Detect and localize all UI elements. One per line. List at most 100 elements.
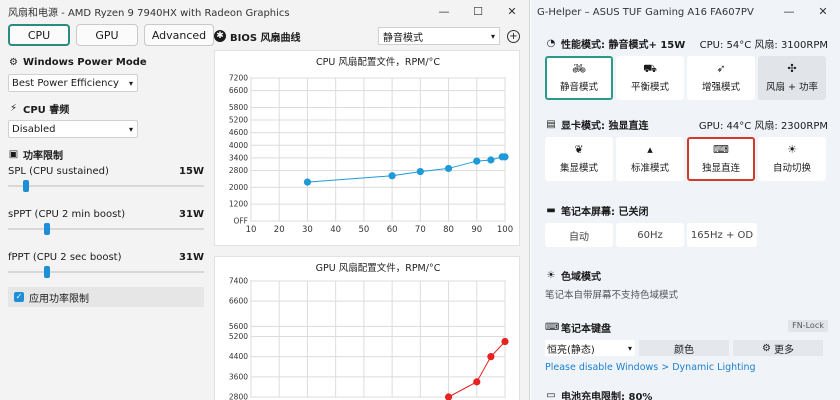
keyboard-more-button[interactable]: ⚙ 更多 (733, 340, 823, 356)
data-point (501, 153, 509, 161)
keyboard-mode-select[interactable]: 恒亮(静态) ▾ (545, 340, 635, 356)
mode-balanced-button[interactable]: ⛟ 平衡模式 (616, 56, 684, 100)
keyboard-label: 笔记本键盘 (561, 323, 611, 335)
gpu-status: GPU: 44°C 风扇: 2300RPM (698, 120, 828, 132)
refresh-60hz-button[interactable]: 60Hz (616, 223, 684, 247)
gear-icon: ⚙ (762, 342, 771, 354)
close-button[interactable]: ✕ (806, 0, 840, 22)
mode-eco-button[interactable]: ❦ 集显模式 (545, 137, 613, 181)
spl-slider[interactable] (8, 179, 204, 193)
x-tick-label: 100 (497, 225, 513, 235)
y-tick-label: 2800 (229, 393, 248, 400)
chevron-down-icon: ▾ (128, 125, 133, 134)
spl-row: SPL (CPU sustained) 15W (8, 166, 204, 177)
x-tick-label: 60 (387, 225, 398, 235)
plot-area (250, 280, 506, 398)
gpu-fan-chart[interactable]: GPU 风扇配置文件，RPM/°C 2800 3600 4400 5200 5600 660… (214, 256, 520, 400)
data-point (501, 337, 509, 346)
dynamic-lighting-link[interactable]: Please disable Windows > Dynamic Lightin… (545, 362, 828, 373)
chart-title: GPU 风扇配置文件，RPM/°C (316, 262, 441, 274)
left-titlebar: 风扇和电源 - AMD Ryzen 9 7940HX with Radeon G… (0, 0, 529, 22)
mode-turbo-button[interactable]: ➶ 增强模式 (687, 56, 755, 100)
slider-thumb[interactable] (44, 266, 51, 278)
windows-power-mode-select[interactable]: Best Power Efficiency ▾ (8, 74, 138, 92)
tab-advanced[interactable]: Advanced (144, 24, 214, 46)
cpu-fan-chart[interactable]: CPU 风扇配置文件，RPM/°C OFF 1200 2000 2800 3400 4000… (214, 50, 520, 246)
apply-power-limit-checkbox[interactable]: ✓ 应用功率限制 (8, 287, 204, 307)
sppt-slider[interactable] (8, 222, 204, 236)
data-point (388, 172, 396, 180)
gpu-section: ▤ 显卡模式: 独显直连 GPU: 44°C 风扇: 2300RPM ❦ 集显模… (545, 117, 828, 181)
x-tick-label: 80 (443, 225, 454, 235)
gpu-icon: ▤ (546, 118, 556, 130)
data-point (303, 178, 312, 186)
y-tick-label: 5200 (229, 116, 248, 125)
refresh-165hz-button[interactable]: 165Hz + OD (687, 223, 757, 247)
laptop-icon: ▬ (546, 204, 556, 216)
right-titlebar: G-Helper – ASUS TUF Gaming A16 FA607PV —… (531, 0, 840, 24)
mode-optimized-button[interactable]: ☀ 自动切换 (758, 137, 826, 181)
car-icon: ⛟ (643, 62, 657, 75)
y-tick-label: 5800 (229, 103, 248, 112)
x-tick-label: 90 (471, 225, 482, 235)
x-tick-label: 30 (302, 225, 313, 235)
y-tick-label: 2000 (229, 183, 248, 192)
data-point (487, 353, 495, 361)
refresh-auto-button[interactable]: 自动 (545, 223, 613, 247)
fan-power-window: 风扇和电源 - AMD Ryzen 9 7940HX with Radeon G… (0, 0, 530, 400)
fan-profile-select[interactable]: 静音模式 ▾ (378, 27, 500, 45)
fan-icon: ✱ (214, 30, 226, 42)
y-tick-label: 1200 (229, 200, 248, 209)
slider-thumb[interactable] (44, 223, 51, 235)
fn-lock-button[interactable]: FN-Lock (788, 320, 828, 332)
data-point (473, 157, 481, 165)
check-icon: ✓ (14, 292, 24, 302)
gear-icon: ⚙ (9, 56, 18, 68)
battery-label: 电池充电限制: 80% (561, 391, 653, 400)
x-tick-label: 10 (246, 225, 257, 235)
fppt-slider[interactable] (8, 265, 204, 279)
y-tick-label: 5200 (229, 332, 248, 341)
y-tick-label: 7400 (229, 277, 248, 286)
slider-thumb[interactable] (23, 180, 30, 192)
x-tick-label: 20 (274, 225, 285, 235)
screen-label: 笔记本屏幕: 已关闭 (561, 206, 649, 218)
gpu-fan-chart-svg[interactable]: GPU 风扇配置文件，RPM/°C 2800 3600 4400 52005600 660… (215, 257, 521, 400)
bios-fan-curve-row: ✱ BIOS 风扇曲线 静音模式 ▾ + (214, 26, 520, 46)
y-tick-label: 6600 (229, 86, 248, 95)
add-profile-icon[interactable]: + (507, 29, 520, 43)
sun-icon: ☀ (787, 143, 797, 156)
fppt-row: fPPT (CPU 2 sec boost) 31W (8, 252, 204, 263)
fan-icon: ✣ (787, 62, 797, 75)
cpu-boost-select[interactable]: Disabled ▾ (8, 120, 138, 138)
spl-value: 15W (179, 166, 204, 177)
chevron-down-icon: ▾ (128, 79, 133, 88)
keyboard-color-button[interactable]: 颜色 (639, 340, 729, 356)
screen-section: ▬ 笔记本屏幕: 已关闭 自动 60Hz 165Hz + OD (545, 203, 828, 247)
close-button[interactable]: ✕ (495, 0, 529, 22)
color-gamut-label: 色域模式 (561, 271, 601, 283)
minimize-button[interactable]: — (427, 0, 461, 22)
windows-power-mode-header: ⚙ Windows Power Mode (9, 56, 147, 68)
sppt-value: 31W (179, 209, 204, 220)
mode-ultimate-button[interactable]: ⌨ 独显直连 (687, 137, 755, 181)
minimize-button[interactable]: — (772, 0, 806, 22)
x-tick-label: 40 (330, 225, 341, 235)
tab-gpu[interactable]: GPU (76, 24, 138, 46)
tab-cpu[interactable]: CPU (8, 24, 70, 46)
fans-power-button[interactable]: ✣ 风扇 + 功率 (758, 56, 826, 100)
leaf-icon: ❦ (574, 143, 584, 156)
color-gamut-section: ☀ 色域模式 笔记本自带屏幕不支持色域模式 (545, 268, 828, 302)
mode-silent-button[interactable]: 🚲︎ 静音模式 (545, 56, 613, 100)
x-tick-label: 70 (415, 225, 426, 235)
cpu-fan-chart-svg[interactable]: CPU 风扇配置文件，RPM/°COFF12002000280034004000… (215, 51, 521, 247)
performance-mode-label: 性能模式: 静音模式+ 15W (561, 39, 686, 51)
sun-icon: ☀ (546, 269, 556, 281)
chip-icon: ▣ (8, 148, 19, 160)
y-tick-label: 2800 (229, 166, 248, 175)
fppt-value: 31W (179, 252, 204, 263)
tab-bar: CPU GPU Advanced (8, 24, 214, 46)
maximize-button[interactable]: ☐ (461, 0, 495, 22)
cpu-status: CPU: 54°C 风扇: 3100RPM (699, 39, 828, 51)
mode-standard-button[interactable]: ▴ 标准模式 (616, 137, 684, 181)
